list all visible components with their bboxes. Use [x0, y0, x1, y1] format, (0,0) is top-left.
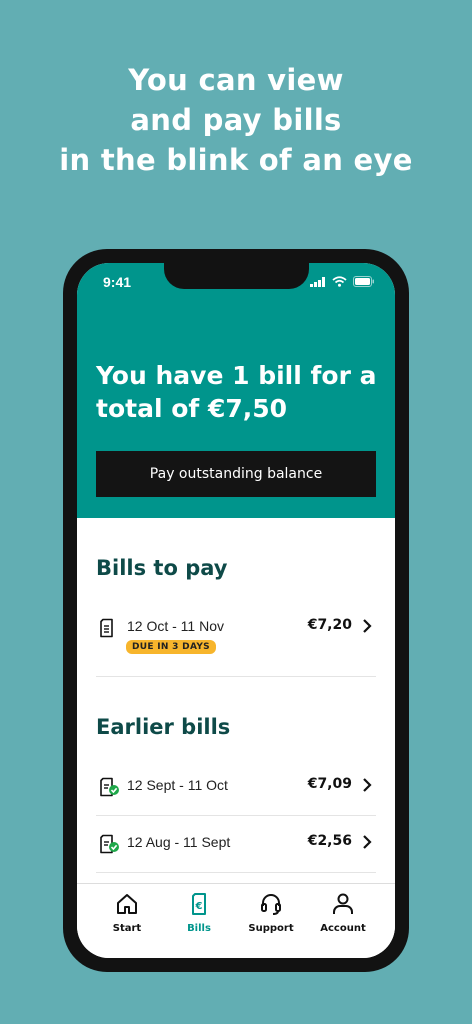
status-time: 9:41	[103, 274, 132, 290]
bill-period: 12 Sept - 11 Oct	[127, 777, 228, 793]
headset-icon	[261, 894, 281, 915]
wifi-icon	[332, 276, 347, 287]
bill-row[interactable]: 12 Sept - 11 Oct €7,09	[96, 776, 376, 816]
bill-amount: €2,56	[307, 833, 352, 849]
phone-screen: 9:41 You have 1 bill for a total of €7,5…	[77, 263, 395, 958]
home-icon	[117, 894, 137, 914]
tab-bills[interactable]: € Bills	[164, 892, 234, 934]
tab-account-label: Account	[320, 923, 366, 934]
bills-total-heading: You have 1 bill for a total of €7,50	[96, 361, 377, 423]
bill-period: 12 Oct - 11 Nov	[127, 618, 225, 634]
promo-line-3: in the blink of an eye	[59, 143, 413, 177]
phone-frame: 9:41 You have 1 bill for a total of €7,5…	[63, 249, 409, 972]
battery-icon	[353, 276, 374, 287]
bill-amount: €7,20	[307, 617, 352, 633]
bill-period: 12 Aug - 11 Sept	[127, 834, 231, 850]
chevron-right-icon	[363, 619, 372, 633]
bills-summary-header: 9:41 You have 1 bill for a total of €7,5…	[77, 263, 395, 518]
signal-icon	[310, 276, 325, 287]
bill-amount: €7,09	[307, 776, 352, 792]
tab-start[interactable]: Start	[92, 892, 162, 934]
bill-paid-icon	[100, 777, 119, 797]
svg-text:€: €	[195, 901, 203, 912]
person-icon	[333, 893, 353, 914]
phone-notch	[164, 263, 309, 289]
tab-bills-label: Bills	[187, 923, 211, 934]
promo-headline: You can view and pay bills in the blink …	[0, 60, 472, 180]
bill-document-icon	[100, 618, 113, 638]
chevron-right-icon	[363, 778, 372, 792]
promo-line-1: You can view	[128, 63, 344, 97]
status-icons	[310, 276, 375, 287]
tab-account[interactable]: Account	[308, 892, 378, 934]
due-badge: DUE IN 3 DAYS	[126, 640, 216, 654]
tab-support-label: Support	[248, 923, 294, 934]
chevron-right-icon	[363, 835, 372, 849]
bill-icon: €	[192, 893, 206, 915]
promo-line-2: and pay bills	[130, 103, 342, 137]
bottom-tab-bar: Start € Bills Support Account	[77, 883, 395, 958]
bill-paid-icon	[100, 834, 119, 854]
bill-row[interactable]: 12 Aug - 11 Sept €2,56	[96, 833, 376, 873]
bills-to-pay-heading: Bills to pay	[96, 556, 228, 580]
pay-outstanding-balance-button[interactable]: Pay outstanding balance	[96, 451, 376, 497]
tab-start-label: Start	[112, 923, 142, 934]
earlier-bills-heading: Earlier bills	[96, 715, 231, 739]
bill-row[interactable]: 12 Oct - 11 Nov DUE IN 3 DAYS €7,20	[96, 617, 376, 677]
tab-support[interactable]: Support	[236, 892, 306, 934]
